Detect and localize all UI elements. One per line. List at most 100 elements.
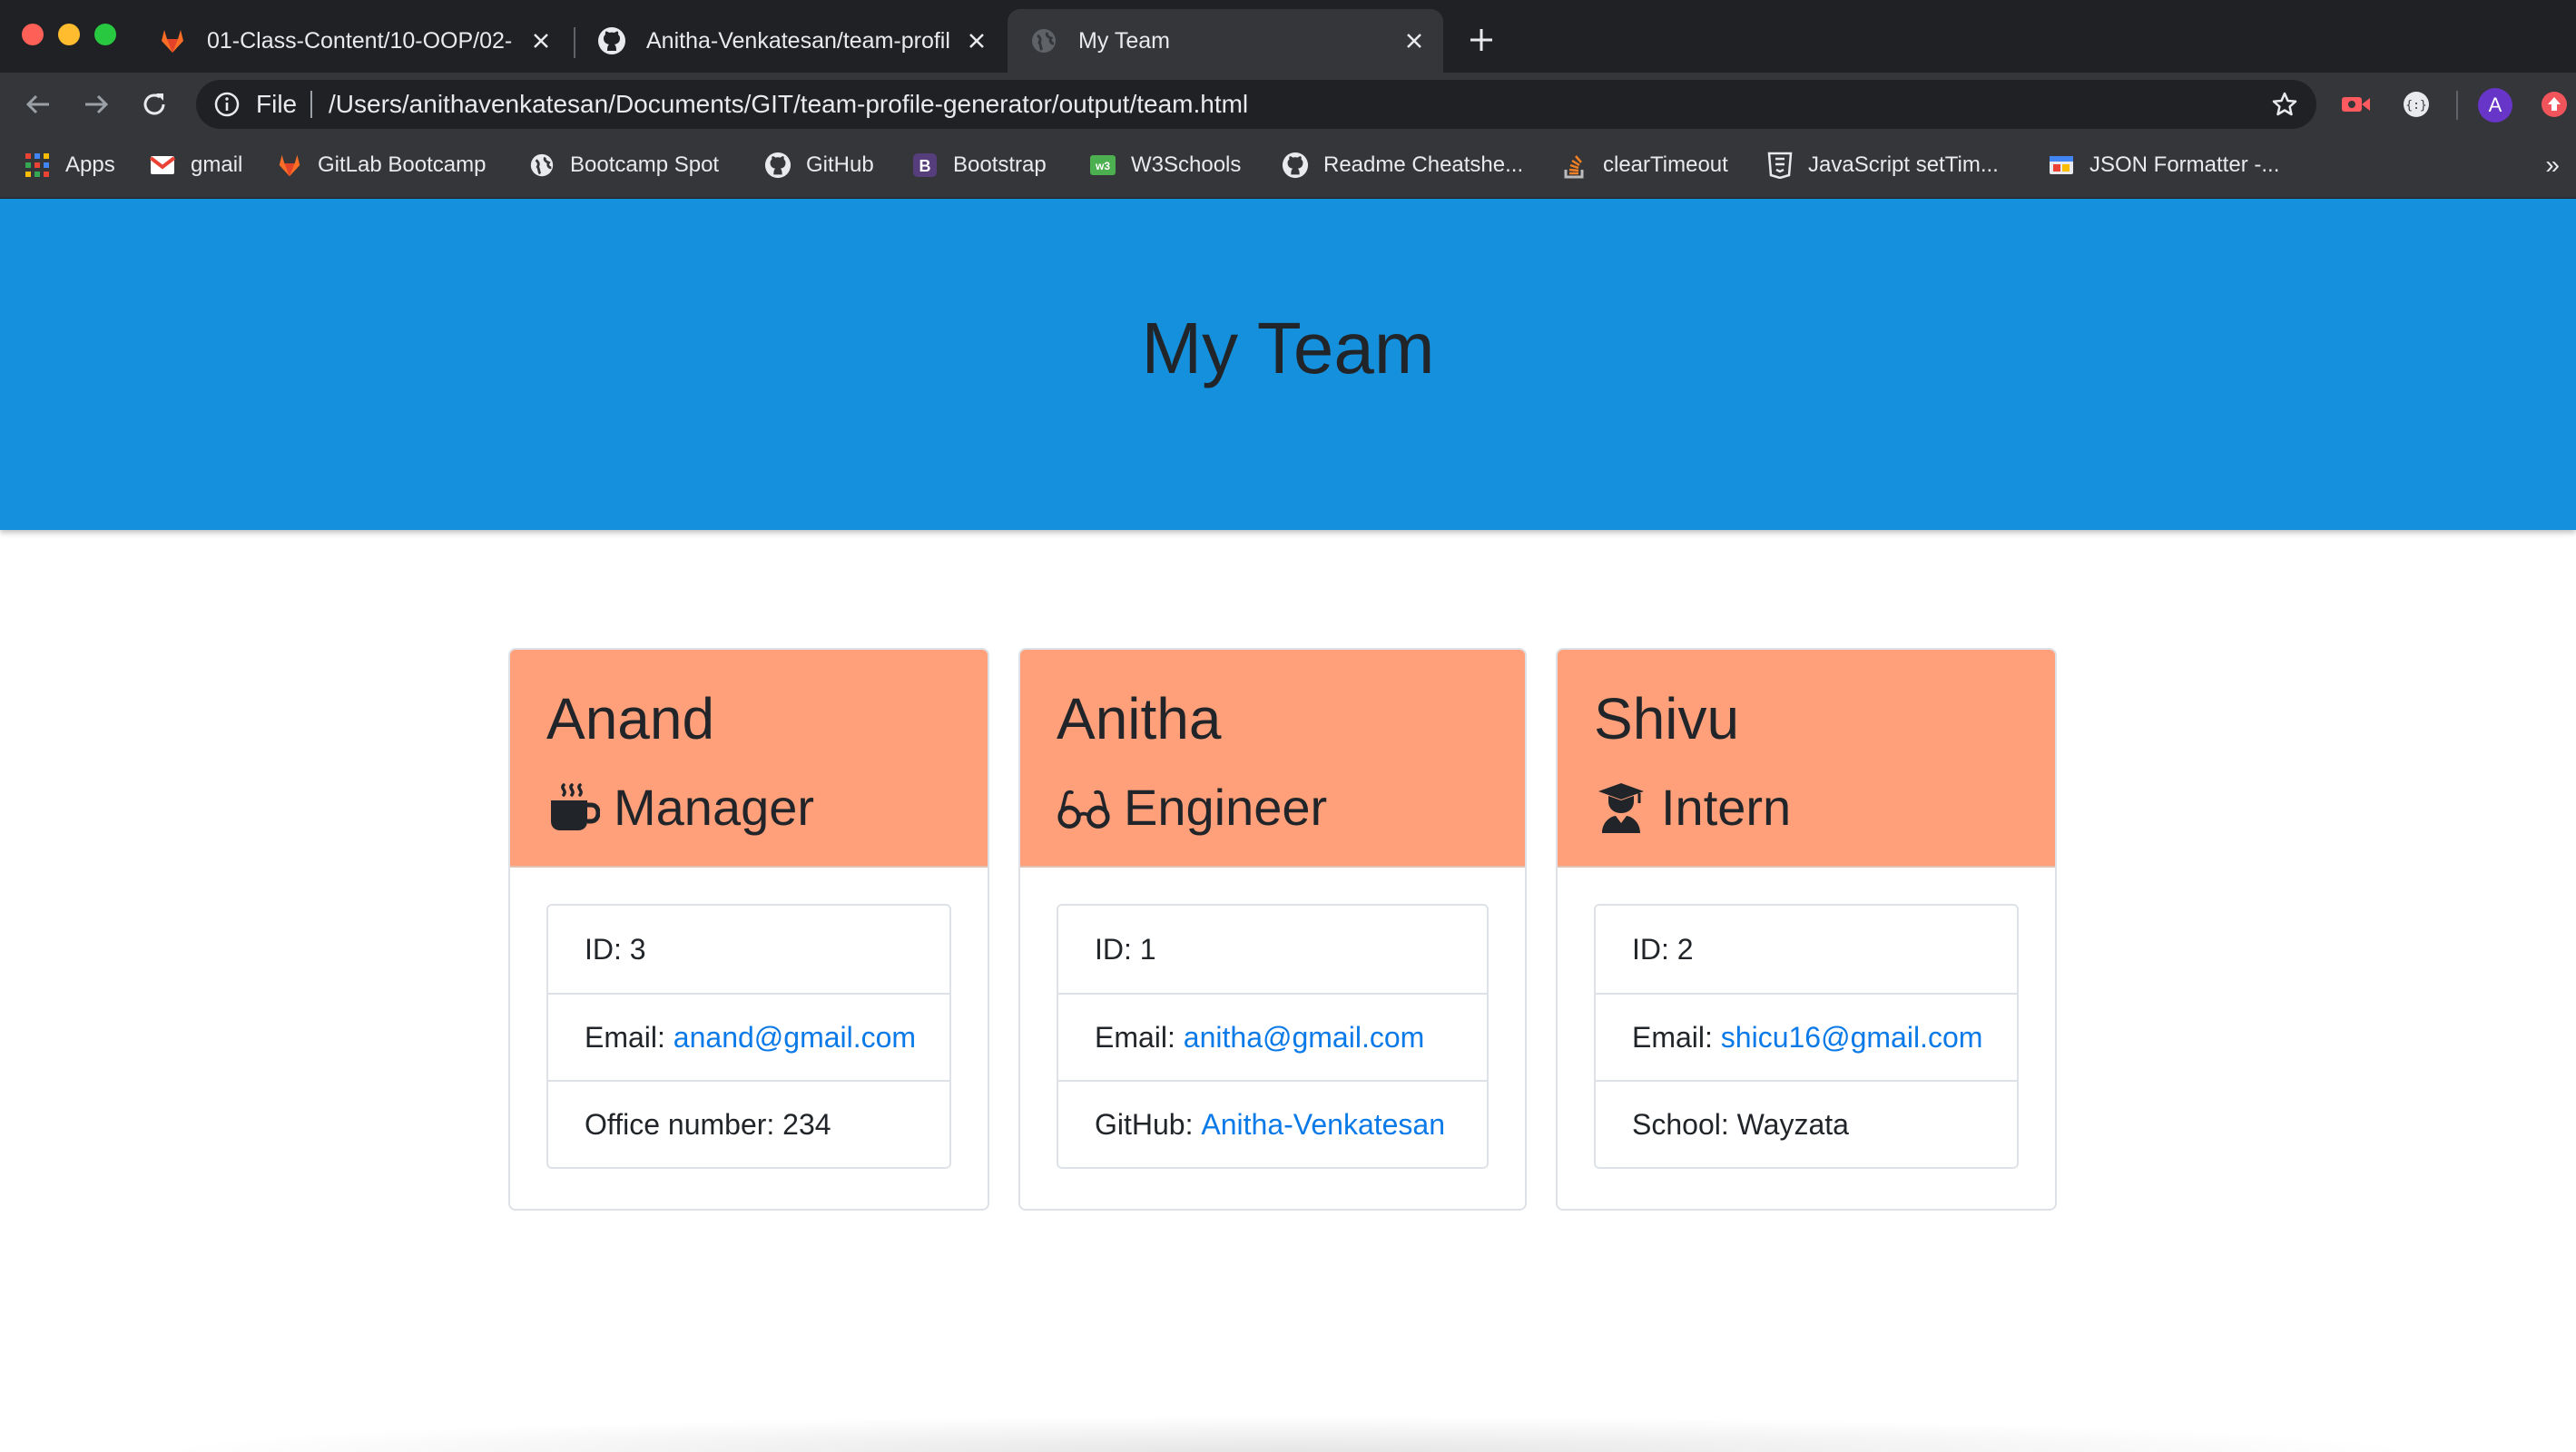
role-label: Intern xyxy=(1661,779,1792,836)
email-label: Email: xyxy=(1095,1020,1184,1054)
bookmark-label: clearTimeout xyxy=(1603,152,1728,177)
email-link[interactable]: shicu16@gmail.com xyxy=(1721,1021,1983,1055)
tab-class-content[interactable]: 01-Class-Content/10-OOP/02- xyxy=(136,9,570,73)
gmail-icon xyxy=(149,152,176,179)
svg-text:{:}: {:} xyxy=(2405,99,2426,113)
bookmark-label: JSON Formatter -... xyxy=(2089,152,2280,177)
employee-details-list: ID: 2 Email: shicu16@gmail.com School: W… xyxy=(1594,904,2019,1169)
role-label: Engineer xyxy=(1124,779,1328,836)
employee-email-row: Email: anitha@gmail.com xyxy=(1058,993,1487,1080)
close-window-button[interactable] xyxy=(22,24,44,45)
bookmark-w3schools[interactable]: w3 W3Schools xyxy=(1089,149,1241,182)
bookmark-apps[interactable]: Apps xyxy=(24,149,115,182)
bookmarks-bar: Apps gmail GitLab Bootcamp Bootcamp Spot… xyxy=(0,136,2576,199)
address-bar[interactable]: File /Users/anithavenkatesan/Documents/G… xyxy=(196,80,2316,129)
email-link[interactable]: anitha@gmail.com xyxy=(1184,1021,1424,1055)
minimize-window-button[interactable] xyxy=(58,24,80,45)
new-tab-button[interactable] xyxy=(1463,22,1499,58)
role-label: Manager xyxy=(614,779,815,836)
bookmark-label: gmail xyxy=(191,152,243,177)
github-icon xyxy=(597,26,626,55)
bookmark-gmail[interactable]: gmail xyxy=(149,149,242,182)
card-body: ID: 1 Email: anitha@gmail.com GitHub: An… xyxy=(1020,868,1525,1169)
coffee-mug-icon xyxy=(546,780,601,835)
employee-name: Shivu xyxy=(1594,686,1740,751)
page-title: My Team xyxy=(1141,308,1435,388)
bookmark-gitlab-bootcamp[interactable]: GitLab Bootcamp xyxy=(276,149,486,182)
close-icon[interactable] xyxy=(1398,25,1431,57)
reload-icon xyxy=(143,93,165,115)
bookmark-bootcamp-spot[interactable]: Bootcamp Spot xyxy=(528,149,719,182)
bookmark-json-formatter[interactable]: JSON Formatter -... xyxy=(2048,149,2279,182)
tab-title: Anitha-Venkatesan/team-profil xyxy=(646,27,950,54)
github-icon xyxy=(1282,152,1309,179)
bookmark-label: Readme Cheatshe... xyxy=(1323,152,1524,177)
tab-bar: 01-Class-Content/10-OOP/02- Anitha-Venka… xyxy=(0,0,2576,73)
close-icon[interactable] xyxy=(960,25,993,57)
maximize-window-button[interactable] xyxy=(94,24,116,45)
employee-email-row: Email: anand@gmail.com xyxy=(548,993,949,1080)
browser-toolbar: File /Users/anithavenkatesan/Documents/G… xyxy=(0,73,2576,136)
employee-email-row: Email: shicu16@gmail.com xyxy=(1596,993,2017,1080)
bookmark-label: GitHub xyxy=(806,152,874,177)
w3schools-icon: w3 xyxy=(1089,152,1116,179)
bookmark-label: Bootcamp Spot xyxy=(570,152,720,177)
arrow-left-icon xyxy=(25,94,49,114)
email-link[interactable]: anand@gmail.com xyxy=(673,1021,916,1055)
bookmark-bootstrap[interactable]: B Bootstrap xyxy=(911,149,1047,182)
employee-name: Anand xyxy=(546,686,715,751)
bootstrap-icon: B xyxy=(911,152,939,179)
tab-github-repo[interactable]: Anitha-Venkatesan/team-profil xyxy=(575,9,1006,73)
employee-card-intern: Shivu Intern ID: 2 Email: shicu16@gmail.… xyxy=(1556,648,2057,1211)
tab-my-team[interactable]: My Team xyxy=(1008,9,1443,73)
card-header: Anitha Engineer xyxy=(1020,650,1525,868)
employee-role: Manager xyxy=(546,780,988,835)
close-icon[interactable] xyxy=(525,25,557,57)
svg-text:w3: w3 xyxy=(1095,160,1110,172)
upload-extension-icon[interactable] xyxy=(2536,86,2572,123)
html5-icon xyxy=(1766,152,1794,179)
employee-details-list: ID: 3 Email: anand@gmail.com Office numb… xyxy=(546,904,951,1169)
employee-id: ID: 3 xyxy=(585,932,646,966)
profile-avatar[interactable]: A xyxy=(2478,88,2512,123)
card-body: ID: 3 Email: anand@gmail.com Office numb… xyxy=(510,868,988,1169)
stackoverflow-icon xyxy=(1561,152,1588,179)
bookmark-label: GitLab Bootcamp xyxy=(318,152,487,177)
tab-title: My Team xyxy=(1078,27,1170,54)
tab-title: 01-Class-Content/10-OOP/02- xyxy=(207,27,513,54)
info-icon[interactable] xyxy=(212,90,241,119)
employee-role: Engineer xyxy=(1057,780,1525,835)
bookmark-label: Apps xyxy=(65,152,115,177)
employee-office-number: Office number: 234 xyxy=(548,1080,949,1167)
back-button[interactable] xyxy=(20,86,56,123)
card-header: Shivu Intern xyxy=(1558,650,2055,868)
github-link[interactable]: Anitha-Venkatesan xyxy=(1201,1108,1445,1142)
bookmark-cleartimeout[interactable]: clearTimeout xyxy=(1561,149,1728,182)
bookmarks-overflow-button[interactable]: » xyxy=(2545,151,2560,180)
bookmark-label: Bootstrap xyxy=(953,152,1047,177)
plus-icon xyxy=(1470,29,1492,51)
json-formatter-icon xyxy=(2048,152,2075,179)
bookmark-github[interactable]: GitHub xyxy=(764,149,874,182)
gitlab-icon xyxy=(158,26,187,55)
arrow-right-icon xyxy=(85,94,109,114)
bookmark-star-icon[interactable] xyxy=(2271,91,2298,118)
bookmark-readme-cheatsheet[interactable]: Readme Cheatshe... xyxy=(1282,149,1523,182)
globe-icon xyxy=(1029,26,1058,55)
forward-button[interactable] xyxy=(78,86,114,123)
screencast-extension-icon[interactable] xyxy=(2338,86,2374,123)
employee-card-manager: Anand Manager ID: 3 Email: anand@gmail.c… xyxy=(508,648,989,1211)
bookmark-label: JavaScript setTim... xyxy=(1808,152,1999,177)
page-header: My Team xyxy=(0,199,2576,530)
card-body: ID: 2 Email: shicu16@gmail.com School: W… xyxy=(1558,868,2055,1169)
json-extension-icon[interactable]: {:} xyxy=(2398,86,2434,123)
employee-details-list: ID: 1 Email: anitha@gmail.com GitHub: An… xyxy=(1057,904,1489,1169)
bookmark-javascript-settimeout[interactable]: JavaScript setTim... xyxy=(1766,149,1999,182)
svg-text:B: B xyxy=(919,157,931,175)
window-shadow xyxy=(145,1416,2433,1452)
gitlab-icon xyxy=(276,152,303,179)
employee-name: Anitha xyxy=(1057,686,1222,751)
url-text[interactable]: /Users/anithavenkatesan/Documents/GIT/te… xyxy=(329,90,1248,119)
reload-button[interactable] xyxy=(136,86,172,123)
graduate-icon xyxy=(1594,780,1648,835)
